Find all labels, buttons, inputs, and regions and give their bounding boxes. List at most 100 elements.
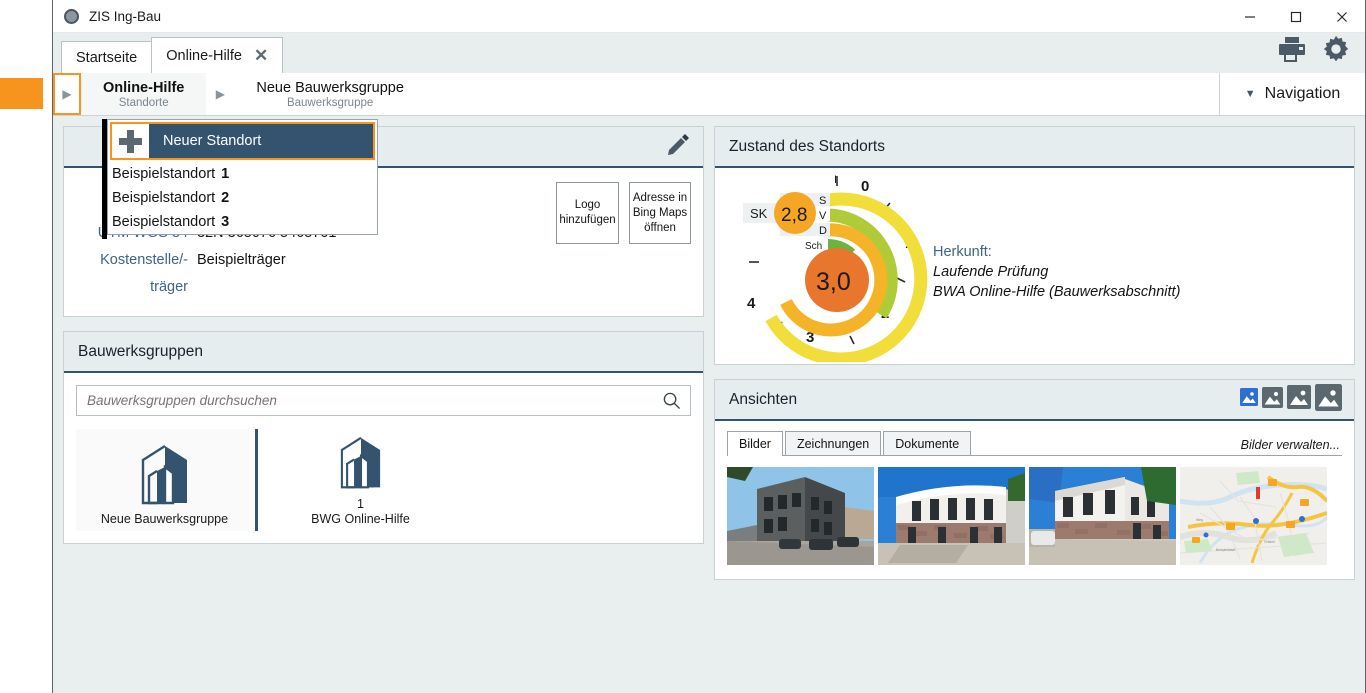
breadcrumb-item-neue-bauwerksgruppe[interactable]: Neue Bauwerksgruppe Bauwerksgruppe: [234, 73, 426, 115]
herkunft-line-2: BWA Online-Hilfe (Bauwerksabschnitt): [933, 282, 1180, 302]
navigation-dropdown[interactable]: ▼ Navigation: [1219, 73, 1365, 115]
tile-divider: [255, 429, 258, 531]
gauge-tick-4: 4: [747, 295, 756, 312]
gauge-tick-0: 0: [861, 178, 869, 195]
breadcrumb-separator-arrow: ▶: [206, 73, 234, 115]
ansichten-panel-title: Ansichten: [729, 391, 797, 409]
search-input[interactable]: [77, 393, 653, 408]
ansichten-tabs: Bilder Zeichnungen Dokumente Bilder verw…: [727, 431, 1342, 456]
right-column: Zustand des Standorts: [714, 126, 1355, 693]
gauge-label-sch: Sch: [805, 241, 822, 252]
settings-gear-icon[interactable]: [1321, 34, 1351, 69]
gauge-label-d: D: [819, 225, 827, 237]
svg-text:Beispielstadt: Beispielstadt: [1216, 548, 1235, 552]
header-tools: [1277, 34, 1351, 69]
condition-radial-gauge: 0 1 2 3 4 I: [733, 170, 933, 362]
menu-item-beispielstandort-3[interactable]: Beispielstandort 3: [108, 210, 377, 234]
app-logo-icon: [64, 9, 79, 24]
tab-zeichnungen[interactable]: Zeichnungen: [785, 431, 881, 455]
breadcrumb-back-arrow[interactable]: ▶: [53, 73, 81, 115]
plus-icon: [112, 124, 149, 158]
menu-item-beispielstandort-1[interactable]: Beispielstandort 1: [108, 162, 377, 186]
image-view-large-icon[interactable]: [1287, 385, 1311, 414]
thumb-building-white-side[interactable]: [1029, 467, 1176, 565]
menu-item-label: Neuer Standort: [163, 133, 261, 149]
tile-caption: BWG Online-Hilfe: [311, 512, 410, 527]
manage-images-link[interactable]: Bilder verwalten...: [1241, 438, 1340, 452]
menu-item-neuer-standort[interactable]: Neuer Standort: [110, 122, 375, 160]
tile-neue-bauwerksgruppe[interactable]: Neue Bauwerksgruppe: [76, 429, 253, 531]
ans-tab-label: Dokumente: [895, 437, 959, 451]
ansichten-panel-header: Ansichten: [715, 380, 1354, 421]
window-controls: [1227, 0, 1365, 33]
breadcrumb-title: Neue Bauwerksgruppe: [256, 80, 404, 96]
thumb-building-dark[interactable]: [727, 467, 874, 565]
open-bing-maps-button[interactable]: Adresse in Bing Maps öffnen: [629, 182, 691, 244]
zustand-panel-title: Zustand des Standorts: [729, 138, 885, 156]
tab-label: Startseite: [76, 50, 137, 66]
view-size-icons: [1240, 384, 1342, 416]
thumb-map[interactable]: Beispielstadt Ortsteil Weg: [1180, 467, 1327, 565]
search-icon[interactable]: [653, 391, 690, 410]
standort-dropdown-menu: Neuer Standort Beispielstandort 1 Beispi…: [107, 119, 378, 235]
building-icon: [127, 443, 203, 512]
menu-item-label: Beispielstandort: [112, 166, 215, 182]
title-bar: ZIS Ing-Bau: [53, 0, 1365, 33]
bauwerksgruppen-search[interactable]: [76, 385, 691, 416]
application-window: ZIS Ing-Bau Startseite Online-Hilfe ✕: [52, 0, 1366, 693]
gauge-sk-value: 2,8: [781, 205, 807, 226]
gauge-sk-label: SK: [750, 206, 768, 221]
bauwerksgruppen-panel: Bauwerksgruppen: [63, 331, 704, 544]
image-view-medium-icon[interactable]: [1262, 387, 1283, 413]
zustand-panel-body: 0 1 2 3 4 I: [715, 168, 1354, 364]
herkunft-line-1: Laufende Prüfung: [933, 262, 1180, 282]
tab-dokumente[interactable]: Dokumente: [883, 431, 971, 455]
tab-online-hilfe[interactable]: Online-Hilfe ✕: [151, 37, 283, 73]
tile-caption: Neue Bauwerksgruppe: [101, 512, 228, 527]
gauge-center: 3,0: [805, 248, 869, 312]
image-view-small-icon[interactable]: [1240, 388, 1258, 411]
bauwerksgruppen-panel-header: Bauwerksgruppen: [64, 332, 703, 373]
herkunft-block: Herkunft: Laufende Prüfung BWA Online-Hi…: [933, 242, 1180, 302]
minimize-button[interactable]: [1227, 0, 1273, 33]
breadcrumb: ▶ Online-Hilfe Standorte ▶ Neue Bauwerks…: [53, 73, 1365, 116]
maximize-button[interactable]: [1273, 0, 1319, 33]
menu-item-index: 2: [221, 190, 229, 206]
detail-label: Kostenstelle/-träger: [64, 247, 197, 301]
window-title: ZIS Ing-Bau: [89, 9, 161, 24]
chevron-down-icon: ▼: [1245, 88, 1256, 100]
tab-close-icon[interactable]: ✕: [254, 47, 268, 64]
tile-bwg-online-hilfe[interactable]: 1 BWG Online-Hilfe: [272, 429, 449, 531]
gauge-center-value: 3,0: [816, 268, 851, 296]
building-icon: [328, 434, 394, 497]
pencil-icon[interactable]: [665, 134, 691, 160]
breadcrumb-item-online-hilfe[interactable]: Online-Hilfe Standorte: [81, 73, 206, 115]
breadcrumb-subtitle: Standorte: [103, 97, 184, 109]
tab-startseite[interactable]: Startseite: [61, 41, 152, 73]
menu-item-index: 3: [221, 214, 229, 230]
zustand-panel: Zustand des Standorts: [714, 126, 1355, 365]
gauge-label-v: V: [819, 210, 827, 222]
bauwerksgruppen-tiles: Neue Bauwerksgruppe: [76, 429, 691, 531]
breadcrumb-title: Online-Hilfe: [103, 80, 184, 96]
ansichten-panel: Ansichten: [714, 379, 1355, 580]
annotation-marker: [0, 78, 43, 109]
svg-text:Ortsteil: Ortsteil: [1264, 540, 1275, 544]
close-button[interactable]: [1319, 0, 1365, 33]
tile-number: 1: [357, 497, 364, 512]
print-icon[interactable]: [1277, 36, 1307, 68]
svg-text:Weg: Weg: [1196, 518, 1203, 522]
menu-item-index: 1: [221, 166, 229, 182]
thumb-building-white-front[interactable]: [878, 467, 1025, 565]
gauge-label-s: S: [819, 195, 826, 207]
herkunft-label: Herkunft:: [933, 242, 1180, 262]
menu-item-beispielstandort-2[interactable]: Beispielstandort 2: [108, 186, 377, 210]
tab-bar: Startseite Online-Hilfe ✕: [53, 33, 1365, 73]
ansichten-panel-body: Bilder Zeichnungen Dokumente Bilder verw…: [715, 421, 1354, 579]
tab-bilder[interactable]: Bilder: [727, 431, 783, 456]
add-logo-button[interactable]: Logo hinzufügen: [556, 182, 619, 244]
menu-item-label: Beispielstandort: [112, 190, 215, 206]
thumbnail-strip: Beispielstadt Ortsteil Weg: [727, 467, 1342, 565]
breadcrumb-subtitle: Bauwerksgruppe: [256, 97, 404, 109]
image-view-xlarge-icon[interactable]: [1315, 384, 1342, 416]
